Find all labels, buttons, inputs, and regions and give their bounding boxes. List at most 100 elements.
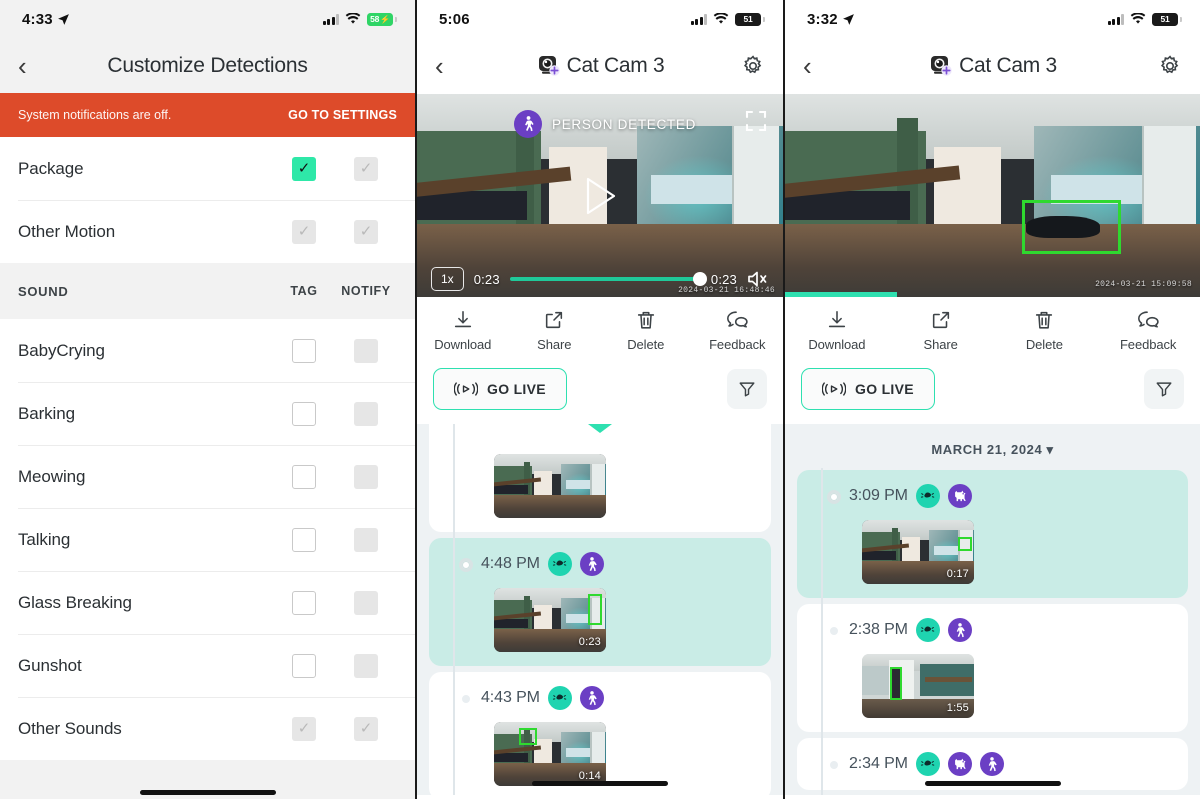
list-item[interactable]: 3:09 PM 0:17	[797, 470, 1188, 598]
chevron-down-icon[interactable]: ▾	[1047, 442, 1054, 457]
row-label: Barking	[18, 403, 75, 423]
event-timeline-3[interactable]: MARCH 21, 2024 ▾ 3:09 PM 0:17 2:38 PM 1:…	[785, 424, 1200, 795]
play-triangle-icon[interactable]	[580, 174, 620, 218]
go-live-button[interactable]: GO LIVE	[801, 368, 935, 410]
phone-screen-event-playback: 5:06 51 ‹ Cat Cam 3 PERSON DETECTED 1x 0…	[415, 0, 785, 799]
battery-percent: 51	[1160, 14, 1170, 24]
home-indicator	[139, 790, 276, 795]
download-button[interactable]: Download	[785, 309, 889, 352]
camera-name: Cat Cam 3	[959, 54, 1057, 77]
status-time-text: 3:32	[807, 10, 838, 28]
list-item[interactable]: 4:43 PM 0:14	[429, 672, 771, 795]
gear-icon[interactable]	[741, 54, 765, 78]
filter-funnel-icon	[739, 382, 755, 397]
back-button[interactable]: ‹	[18, 53, 46, 79]
navigation-bar-3: ‹ Cat Cam 3	[785, 38, 1200, 94]
battery-level: 51	[1152, 12, 1182, 26]
person-chip-icon	[979, 752, 1004, 776]
seek-slider[interactable]	[509, 272, 707, 286]
detection-row-package[interactable]: Package ✓ ✓	[0, 137, 415, 200]
sound-row-babycrying[interactable]: BabyCrying	[0, 319, 415, 382]
tag-checkbox[interactable]	[292, 464, 316, 489]
gear-icon[interactable]	[1158, 54, 1182, 78]
notify-checkbox[interactable]: ✓	[354, 716, 378, 741]
share-button[interactable]: Share	[889, 309, 993, 352]
feedback-button[interactable]: Feedback	[1096, 309, 1200, 352]
pet-chip-icon	[947, 484, 972, 508]
notify-checkbox[interactable]	[354, 527, 378, 552]
event-thumbnail[interactable]: 0:17	[862, 520, 974, 584]
event-thumbnail[interactable]: 0:23	[494, 588, 606, 652]
back-button[interactable]: ‹	[435, 53, 463, 79]
cellular-signal-icon	[322, 13, 339, 25]
detection-row-other-motion[interactable]: Other Motion ✓ ✓	[0, 200, 415, 263]
date-header[interactable]: MARCH 21, 2024 ▾	[785, 424, 1200, 470]
tag-checkbox[interactable]	[292, 653, 316, 678]
sound-row-glass-breaking[interactable]: Glass Breaking	[0, 571, 415, 634]
event-thumbnail[interactable]: 0:14	[494, 722, 606, 786]
tag-checkbox[interactable]	[292, 527, 316, 552]
back-button[interactable]: ‹	[803, 53, 831, 79]
row-label: BabyCrying	[18, 340, 105, 360]
notify-checkbox[interactable]: ✓	[354, 156, 378, 181]
motion-chip-icon	[547, 552, 572, 576]
go-to-settings-button[interactable]: GO TO SETTINGS	[288, 108, 397, 122]
filter-button[interactable]	[1144, 369, 1184, 409]
event-time: 2:34 PM	[849, 755, 908, 772]
delete-button[interactable]: Delete	[993, 309, 1097, 352]
notify-checkbox[interactable]	[354, 338, 378, 363]
notify-checkbox[interactable]	[354, 590, 378, 615]
status-time: 5:06	[439, 11, 470, 28]
action-label: Download	[808, 337, 866, 352]
event-time: 4:48 PM	[481, 555, 540, 572]
wifi-icon	[1130, 13, 1146, 25]
delete-button[interactable]: Delete	[600, 309, 692, 352]
status-bar-2: 5:06 51	[417, 0, 783, 38]
event-header: 4:43 PM	[429, 686, 771, 710]
fullscreen-icon[interactable]	[745, 110, 767, 132]
date-label: MARCH 21, 2024	[931, 442, 1043, 457]
video-player[interactable]: PERSON DETECTED 1x 0:23 0:23 2024-03-21 …	[417, 94, 783, 297]
toolbar-2: GO LIVE	[417, 362, 783, 424]
feedback-button[interactable]: Feedback	[692, 309, 784, 352]
phone-screen-event-history: 3:32 51 ‹ Cat Cam 3 2024-03-21 15:09:58 …	[785, 0, 1200, 799]
live-video-player[interactable]: 2024-03-21 15:09:58	[785, 94, 1200, 297]
notify-checkbox[interactable]	[354, 653, 378, 678]
tag-checkbox[interactable]	[292, 338, 316, 363]
go-live-button[interactable]: GO LIVE	[433, 368, 567, 410]
tag-checkbox[interactable]: ✓	[292, 156, 316, 181]
tag-checkbox[interactable]: ✓	[292, 716, 316, 741]
sound-row-gunshot[interactable]: Gunshot	[0, 634, 415, 697]
share-button[interactable]: Share	[509, 309, 601, 352]
event-timeline-2[interactable]: 4:48 PM 0:23 4:43 PM 0:14	[417, 424, 783, 795]
event-thumbnail[interactable]: 1:55	[862, 654, 974, 718]
tag-checkbox[interactable]	[292, 401, 316, 426]
sound-row-meowing[interactable]: Meowing	[0, 445, 415, 508]
tag-checkbox[interactable]: ✓	[292, 219, 316, 244]
pet-chip-icon	[947, 752, 972, 776]
event-thumbnail[interactable]	[494, 454, 606, 518]
filter-button[interactable]	[727, 369, 767, 409]
scroll-to-top-arrow[interactable]	[588, 424, 612, 433]
go-live-label: GO LIVE	[855, 381, 914, 397]
sound-row-other-sounds[interactable]: Other Sounds ✓ ✓	[0, 697, 415, 760]
tag-checkbox[interactable]	[292, 590, 316, 615]
seek-handle[interactable]	[692, 272, 707, 286]
notify-checkbox[interactable]: ✓	[354, 219, 378, 244]
battery-indicator: 51	[735, 12, 765, 26]
timeline-dot	[827, 490, 841, 504]
download-button[interactable]: Download	[417, 309, 509, 352]
sound-row-barking[interactable]: Barking	[0, 382, 415, 445]
notify-checkbox[interactable]	[354, 464, 378, 489]
list-item[interactable]	[429, 424, 771, 532]
playback-speed-button[interactable]: 1x	[431, 267, 464, 291]
sound-row-talking[interactable]: Talking	[0, 508, 415, 571]
list-item[interactable]: 4:48 PM 0:23	[429, 538, 771, 666]
list-item[interactable]: 2:38 PM 1:55	[797, 604, 1188, 732]
notify-checkbox[interactable]	[354, 401, 378, 426]
status-indicators: 51	[690, 12, 765, 26]
elapsed-time: 0:23	[473, 271, 500, 287]
live-progress-bar[interactable]	[785, 292, 898, 297]
row-label: Gunshot	[18, 655, 82, 675]
broadcast-icon	[822, 382, 846, 396]
